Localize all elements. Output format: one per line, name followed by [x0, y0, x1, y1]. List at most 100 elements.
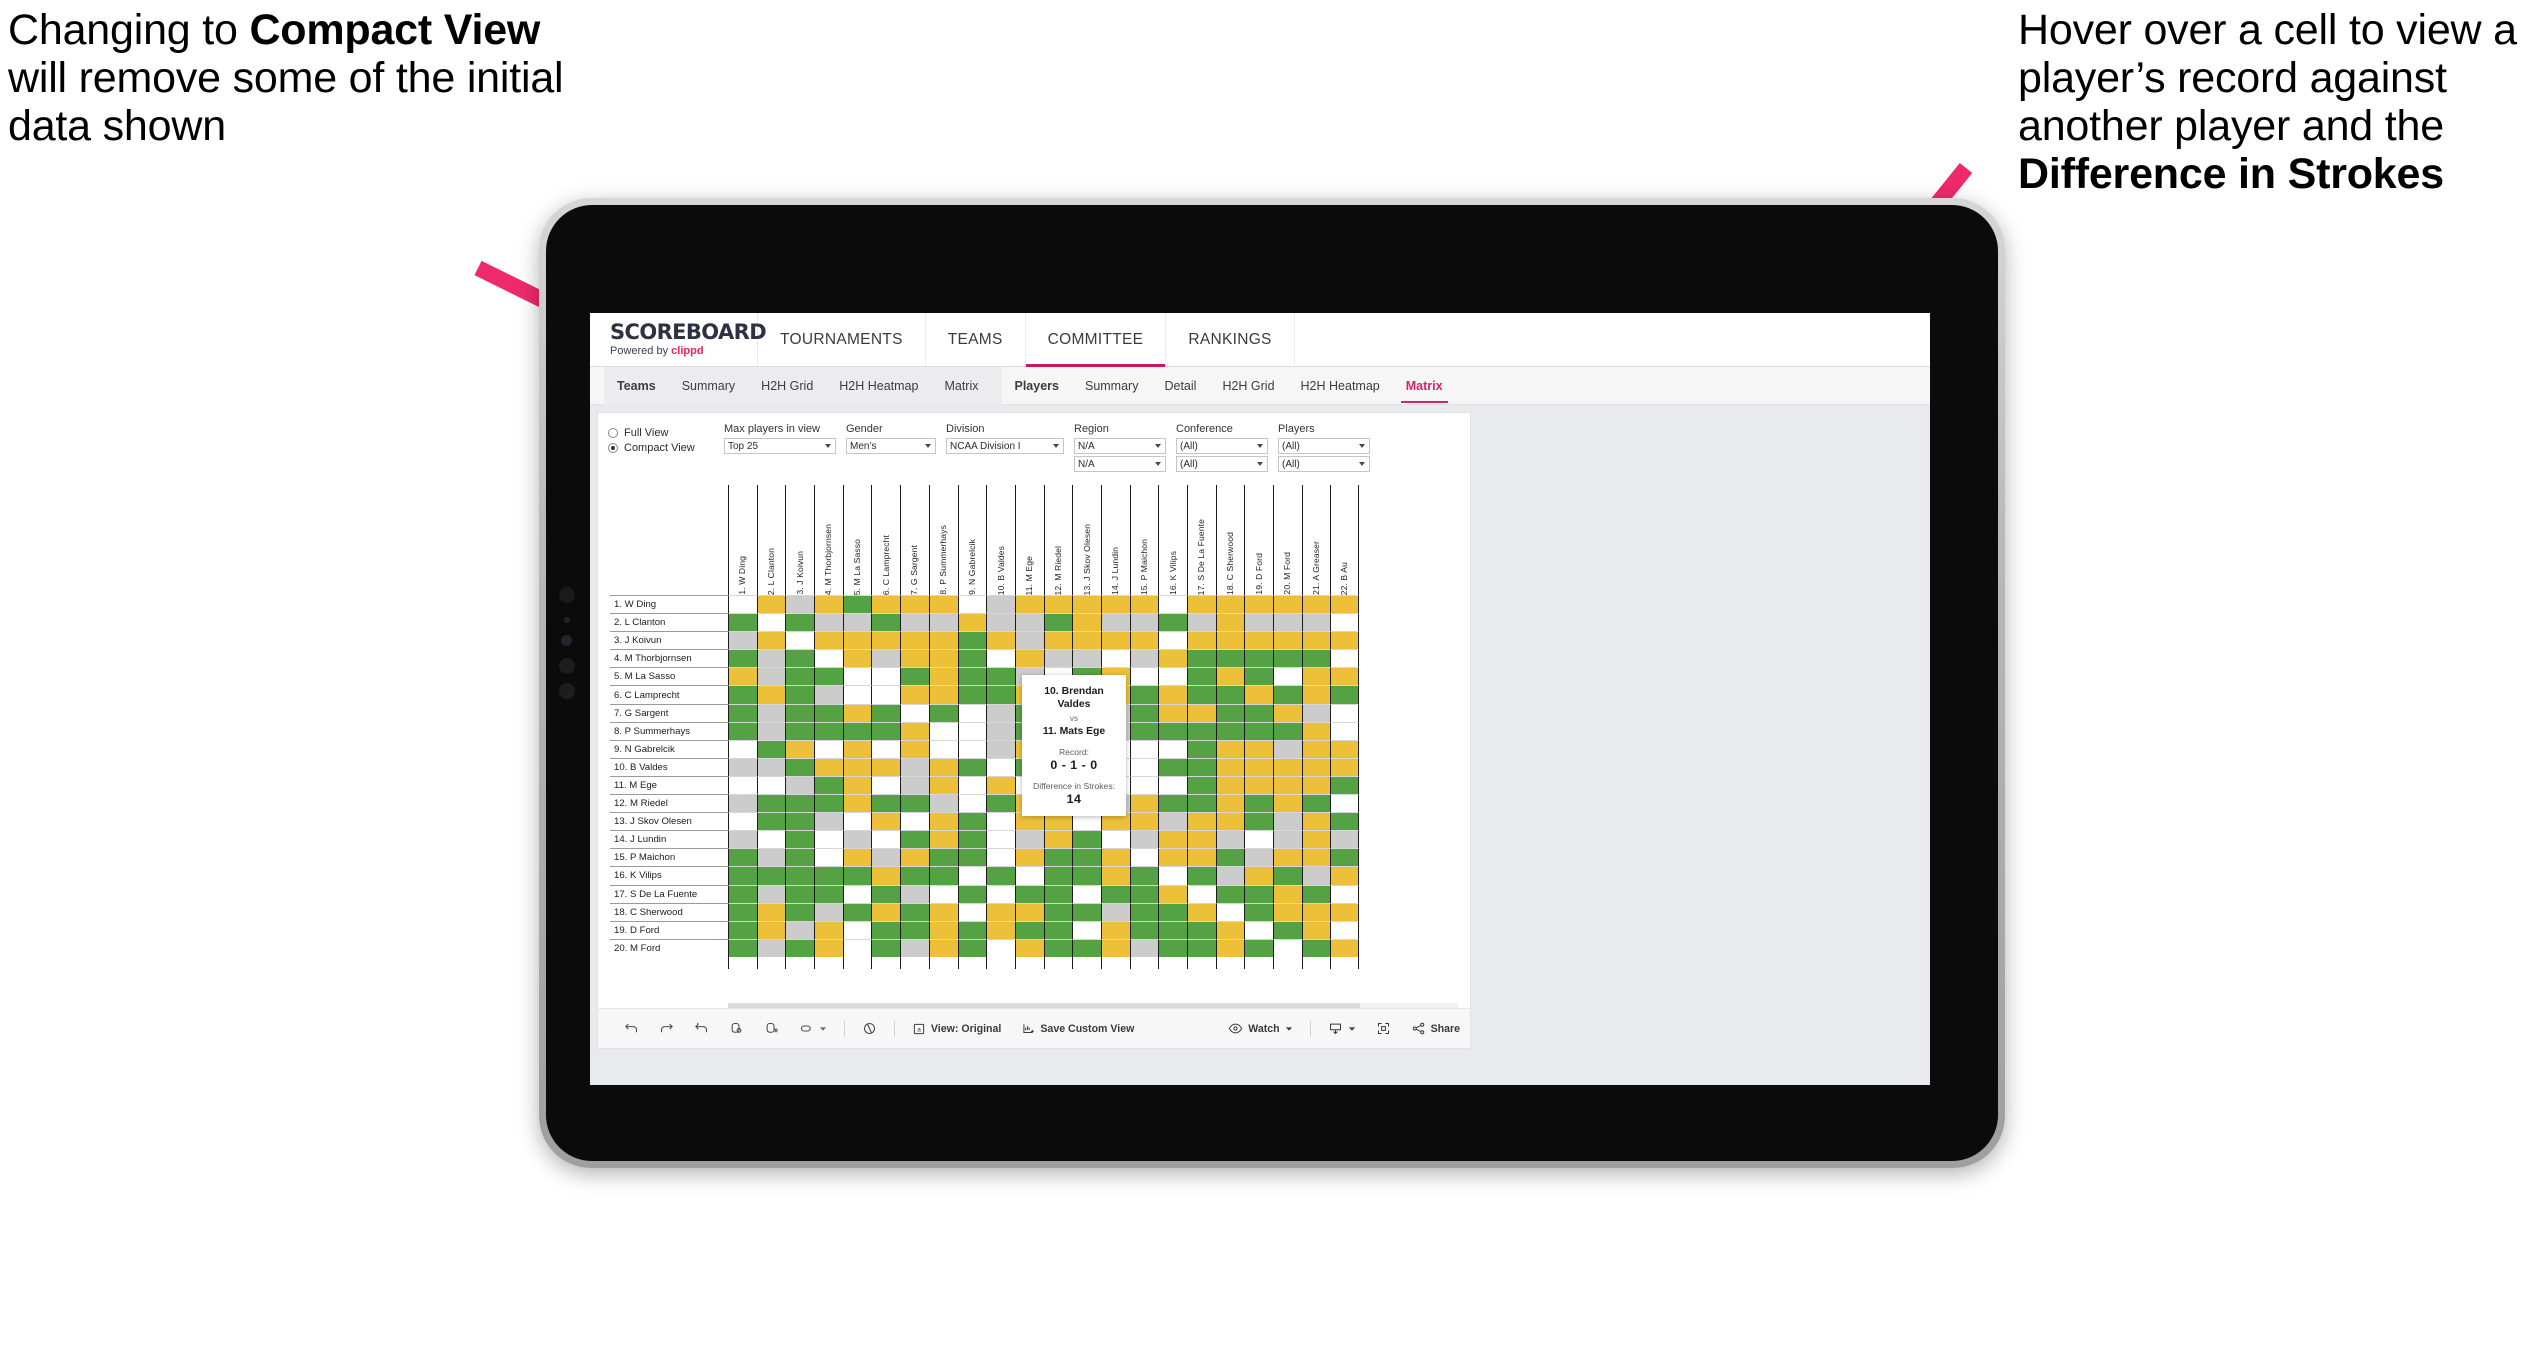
- matrix-cell[interactable]: [814, 631, 843, 650]
- matrix-cell[interactable]: [728, 830, 757, 849]
- matrix-cell[interactable]: [1215, 884, 1245, 903]
- matrix-cell[interactable]: [756, 649, 786, 668]
- nav-tab-committee[interactable]: COMMITTEE: [1025, 313, 1167, 367]
- matrix-cell[interactable]: [1301, 902, 1331, 921]
- matrix-cell[interactable]: [957, 775, 987, 795]
- matrix-cell[interactable]: [785, 595, 815, 614]
- matrix-cell[interactable]: [1129, 631, 1159, 650]
- matrix-cell[interactable]: [1215, 938, 1245, 957]
- watch-button[interactable]: Watch: [1218, 1017, 1302, 1041]
- matrix-cell[interactable]: [1273, 595, 1302, 614]
- matrix-cell[interactable]: [1158, 613, 1187, 632]
- matrix-cell[interactable]: [1273, 866, 1302, 885]
- matrix-cell[interactable]: [1187, 739, 1216, 758]
- matrix-cell[interactable]: [1244, 866, 1274, 885]
- subtab-teams-h2h-grid[interactable]: H2H Grid: [748, 367, 826, 405]
- matrix-cell[interactable]: [1100, 902, 1130, 921]
- matrix-cell[interactable]: [1330, 757, 1360, 776]
- matrix-cell[interactable]: [1273, 613, 1302, 632]
- matrix-cell[interactable]: [1301, 739, 1331, 758]
- matrix-cell[interactable]: [871, 739, 901, 758]
- matrix-cell[interactable]: [1158, 848, 1187, 867]
- matrix-cell[interactable]: [1273, 721, 1302, 740]
- matrix-cell[interactable]: [900, 631, 929, 650]
- matrix-cell[interactable]: [814, 920, 843, 939]
- matrix-cell[interactable]: [1273, 757, 1302, 776]
- matrix-cell[interactable]: [785, 667, 815, 686]
- matrix-cell[interactable]: [1301, 830, 1331, 849]
- matrix-cell[interactable]: [928, 757, 958, 776]
- matrix-cell[interactable]: [1301, 775, 1331, 795]
- matrix-cell[interactable]: [814, 884, 843, 903]
- pan-dropdown-button[interactable]: [789, 1017, 837, 1041]
- matrix-cell[interactable]: [814, 938, 843, 957]
- matrix-cell[interactable]: [1301, 613, 1331, 632]
- matrix-cell[interactable]: [728, 595, 757, 614]
- matrix-cell[interactable]: [1187, 685, 1216, 704]
- matrix-cell[interactable]: [756, 920, 786, 939]
- matrix-cell[interactable]: [1244, 812, 1274, 831]
- matrix-cell[interactable]: [1273, 812, 1302, 831]
- matrix-cell[interactable]: [1158, 595, 1187, 614]
- matrix-cell[interactable]: [728, 667, 757, 686]
- matrix-cell[interactable]: [756, 884, 786, 903]
- matrix-cell[interactable]: [1244, 739, 1274, 758]
- matrix-cell[interactable]: [756, 938, 786, 957]
- matrix-cell[interactable]: [728, 739, 757, 758]
- matrix-cell[interactable]: [928, 866, 958, 885]
- matrix-cell[interactable]: [1187, 775, 1216, 795]
- matrix-cell[interactable]: [1100, 938, 1130, 957]
- matrix-cell[interactable]: [728, 794, 757, 813]
- matrix-cell[interactable]: [785, 739, 815, 758]
- matrix-cell[interactable]: [1158, 667, 1187, 686]
- select-players-2[interactable]: (All): [1278, 456, 1370, 472]
- matrix-cell[interactable]: [928, 703, 958, 722]
- matrix-cell[interactable]: [1072, 649, 1101, 668]
- matrix-cell[interactable]: [756, 830, 786, 849]
- matrix-cell[interactable]: [1014, 884, 1044, 903]
- matrix-cell[interactable]: [986, 902, 1015, 921]
- matrix-cell[interactable]: [1244, 794, 1274, 813]
- matrix-cell[interactable]: [1215, 830, 1245, 849]
- matrix-cell[interactable]: [1043, 631, 1073, 650]
- matrix-cell[interactable]: [1330, 703, 1360, 722]
- matrix-cell[interactable]: [814, 775, 843, 795]
- matrix-cell[interactable]: [871, 938, 901, 957]
- matrix-cell[interactable]: [928, 685, 958, 704]
- matrix-cell[interactable]: [900, 884, 929, 903]
- matrix-cell[interactable]: [728, 812, 757, 831]
- matrix-cell[interactable]: [957, 595, 987, 614]
- matrix-cell[interactable]: [1158, 649, 1187, 668]
- matrix-cell[interactable]: [1273, 685, 1302, 704]
- matrix-cell[interactable]: [1273, 667, 1302, 686]
- matrix-cell[interactable]: [1273, 938, 1302, 957]
- matrix-cell[interactable]: [728, 757, 757, 776]
- matrix-cell[interactable]: [1129, 920, 1159, 939]
- matrix-cell[interactable]: [728, 703, 757, 722]
- matrix-cell[interactable]: [1273, 848, 1302, 867]
- matrix-cell[interactable]: [785, 703, 815, 722]
- select-division[interactable]: NCAA Division I: [946, 438, 1064, 454]
- subtab-teams-summary[interactable]: Summary: [669, 367, 748, 405]
- matrix-cell[interactable]: [871, 721, 901, 740]
- matrix-cell[interactable]: [957, 757, 987, 776]
- matrix-cell[interactable]: [1129, 667, 1159, 686]
- matrix-cell[interactable]: [1129, 902, 1159, 921]
- matrix-cell[interactable]: [986, 866, 1015, 885]
- matrix-cell[interactable]: [986, 794, 1015, 813]
- nav-tab-teams[interactable]: TEAMS: [926, 313, 1026, 366]
- matrix-cell[interactable]: [871, 703, 901, 722]
- matrix-cell[interactable]: [1158, 631, 1187, 650]
- matrix-cell[interactable]: [842, 848, 872, 867]
- matrix-cell[interactable]: [957, 667, 987, 686]
- undo-button[interactable]: [614, 1017, 649, 1041]
- matrix-cell[interactable]: [1014, 938, 1044, 957]
- matrix-cell[interactable]: [1244, 685, 1274, 704]
- matrix-cell[interactable]: [1072, 938, 1101, 957]
- matrix-cell[interactable]: [756, 866, 786, 885]
- matrix-cell[interactable]: [1129, 830, 1159, 849]
- matrix-cell[interactable]: [1330, 794, 1360, 813]
- matrix-cell[interactable]: [1158, 739, 1187, 758]
- matrix-cell[interactable]: [986, 775, 1015, 795]
- matrix-cell[interactable]: [1244, 775, 1274, 795]
